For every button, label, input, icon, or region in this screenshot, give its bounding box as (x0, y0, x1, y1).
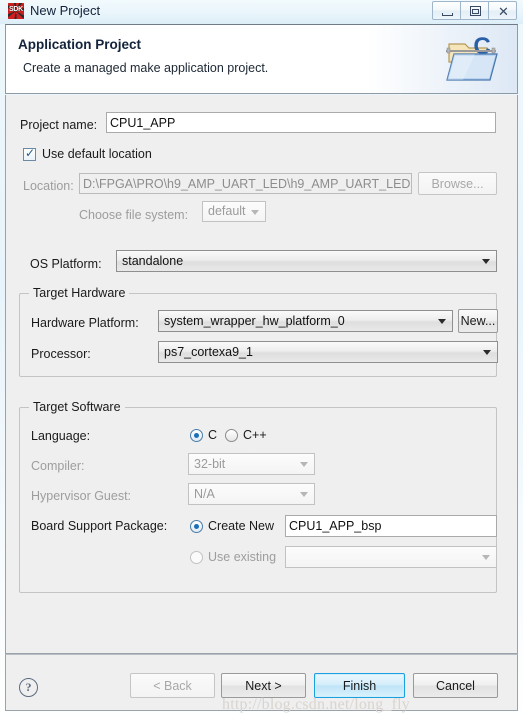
os-platform-value: standalone (122, 254, 184, 268)
bsp-use-existing-label: Use existing (208, 550, 277, 564)
page-subtitle: Create a managed make application projec… (23, 61, 269, 75)
next-button[interactable]: Next > (221, 673, 306, 698)
file-system-combo[interactable]: default (202, 201, 266, 222)
maximize-button[interactable] (460, 1, 489, 20)
language-c-radio[interactable] (190, 429, 203, 442)
help-icon[interactable]: ? (19, 678, 38, 697)
finish-button[interactable]: Finish (314, 673, 405, 698)
compiler-label: Compiler: (31, 459, 85, 473)
back-button[interactable]: < Back (130, 673, 215, 698)
bsp-label: Board Support Package: (31, 519, 168, 533)
dialog-header: Application Project Create a managed mak… (5, 24, 518, 94)
minimize-button[interactable] (432, 1, 461, 20)
title-bar: SDK New Project ✕ (0, 0, 523, 24)
minimize-icon (442, 13, 453, 16)
hypervisor-guest-combo[interactable]: N/A (188, 483, 315, 505)
hardware-platform-value: system_wrapper_hw_platform_0 (164, 314, 345, 328)
bsp-use-existing-radio[interactable] (190, 551, 203, 564)
bsp-existing-combo[interactable] (285, 546, 497, 568)
bsp-create-new-radio[interactable] (190, 520, 203, 533)
check-icon: ✓ (25, 146, 36, 160)
target-software-group: Target Software Language: C C++ Compiler… (19, 400, 497, 593)
chevron-down-icon (482, 555, 490, 560)
chevron-down-icon (438, 319, 446, 324)
chevron-down-icon (251, 209, 259, 215)
hypervisor-guest-label: Hypervisor Guest: (31, 489, 132, 503)
bsp-name-input[interactable]: CPU1_APP_bsp (285, 515, 497, 537)
page-title: Application Project (18, 37, 142, 52)
watermark-text: http://blog.csdn.net/long_fly (222, 696, 411, 713)
dialog-content: Project name: CPU1_APP ✓ Use default loc… (5, 95, 518, 654)
browse-button[interactable]: Browse... (418, 172, 497, 195)
language-cpp-label: C++ (243, 428, 267, 442)
window-title: New Project (30, 3, 101, 18)
chevron-down-icon (482, 259, 490, 264)
location-input[interactable]: D:\FPGA\PRO\h9_AMP_UART_LED\h9_AMP_UART_… (79, 173, 412, 194)
project-name-label: Project name: (20, 118, 98, 132)
file-system-value: default (208, 204, 246, 218)
processor-value: ps7_cortexa9_1 (164, 345, 253, 359)
hardware-platform-label: Hardware Platform: (31, 316, 139, 330)
hardware-platform-combo[interactable]: system_wrapper_hw_platform_0 (158, 310, 453, 332)
use-default-location-label: Use default location (42, 147, 152, 161)
project-name-input[interactable]: CPU1_APP (106, 112, 496, 133)
language-c-label: C (208, 428, 218, 442)
processor-label: Processor: (31, 347, 91, 361)
new-project-dialog: SDK New Project ✕ Application Project Cr… (0, 0, 523, 723)
sdk-icon-label: SDK (9, 6, 23, 13)
chevron-down-icon (300, 462, 308, 467)
language-cpp-radio[interactable] (225, 429, 238, 442)
caption-buttons: ✕ (432, 1, 517, 20)
cancel-button[interactable]: Cancel (413, 673, 498, 698)
compiler-combo[interactable]: 32-bit (188, 453, 315, 475)
use-default-location-checkbox[interactable]: ✓ (23, 146, 36, 161)
bsp-create-new-label: Create New (208, 519, 274, 533)
location-label: Location: (23, 179, 74, 193)
c-project-folder-icon: C (446, 33, 498, 81)
title-bar-left: SDK New Project (8, 2, 100, 20)
target-software-group-title: Target Software (29, 400, 125, 414)
close-button[interactable]: ✕ (488, 1, 517, 20)
language-label: Language: (31, 429, 91, 443)
chevron-down-icon (300, 492, 308, 497)
compiler-value: 32-bit (194, 457, 226, 471)
hypervisor-guest-value: N/A (194, 487, 215, 501)
target-hardware-group-title: Target Hardware (29, 286, 130, 300)
close-icon: ✕ (498, 4, 509, 19)
sdk-icon: SDK (8, 3, 24, 19)
os-platform-label: OS Platform: (30, 257, 102, 271)
os-platform-combo[interactable]: standalone (116, 250, 497, 272)
new-hardware-platform-button[interactable]: New... (458, 309, 498, 333)
choose-file-system-label: Choose file system: (79, 208, 189, 222)
processor-combo[interactable]: ps7_cortexa9_1 (158, 341, 498, 363)
chevron-down-icon (483, 350, 491, 355)
target-hardware-group: Target Hardware Hardware Platform: syste… (19, 286, 498, 377)
